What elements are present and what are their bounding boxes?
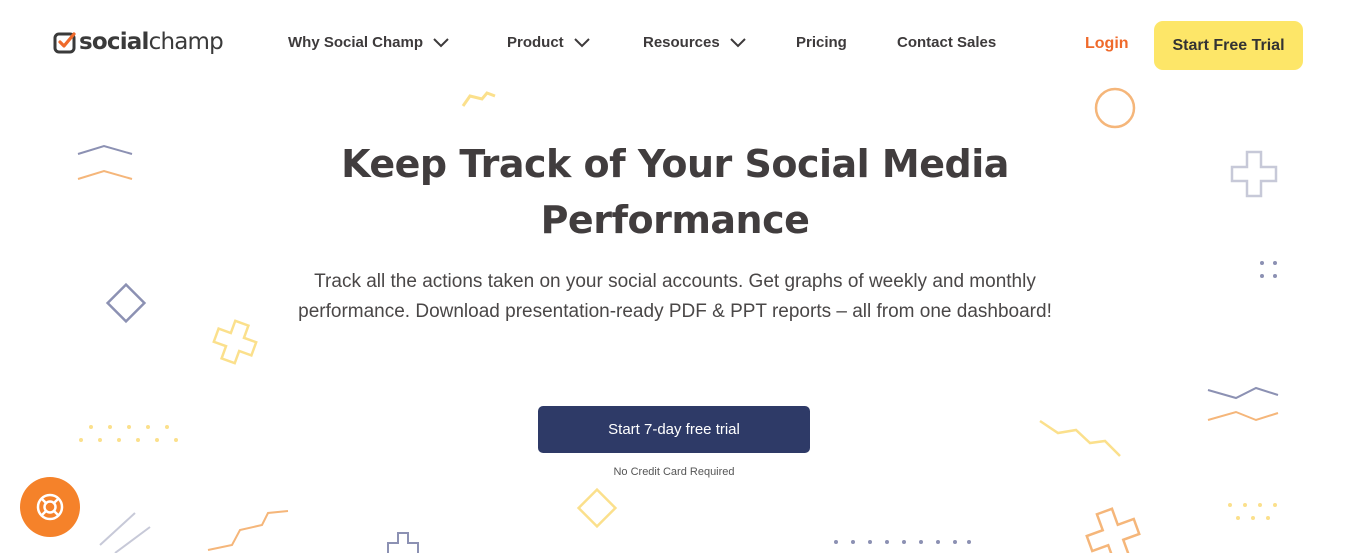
hero-title: Keep Track of Your Social Media Performa… xyxy=(250,136,1100,248)
nav-item-why-social-champ[interactable]: Why Social Champ xyxy=(288,34,449,51)
site-header: socialchamp Why Social Champ Product Res… xyxy=(0,0,1356,90)
nav-item-contact-sales[interactable]: Contact Sales xyxy=(897,34,996,51)
no-credit-card-note: No Credit Card Required xyxy=(613,466,735,478)
lifebuoy-icon xyxy=(36,493,64,521)
hero-title-line1: Keep Track of Your Social Media xyxy=(341,142,1009,186)
start-free-trial-button[interactable]: Start Free Trial xyxy=(1154,21,1303,70)
chevron-down-icon xyxy=(433,37,449,47)
start-trial-button[interactable]: Start 7-day free trial xyxy=(538,406,810,453)
chevron-down-icon xyxy=(573,37,590,47)
nav-item-label: Contact Sales xyxy=(897,34,997,51)
help-widget-button[interactable] xyxy=(20,477,80,537)
nav-item-pricing[interactable]: Pricing xyxy=(796,34,847,51)
nav-item-label: Why Social Champ xyxy=(288,34,424,51)
login-link[interactable]: Login xyxy=(1085,35,1129,53)
hero-title-line2: Performance xyxy=(540,198,810,242)
chevron-down-icon xyxy=(730,37,746,47)
nav-item-label: Pricing xyxy=(796,34,847,51)
nav-item-resources[interactable]: Resources xyxy=(643,34,746,51)
nav-item-label: Product xyxy=(507,34,564,51)
brand-name: socialchamp xyxy=(79,28,224,55)
brand-logo[interactable]: socialchamp xyxy=(53,28,224,55)
check-badge-icon xyxy=(53,32,76,54)
nav-item-product[interactable]: Product xyxy=(507,34,590,51)
nav-item-label: Resources xyxy=(643,34,720,51)
hero-description: Track all the actions taken on your soci… xyxy=(298,271,1052,322)
brand-name-light: champ xyxy=(148,28,224,55)
brand-name-bold: social xyxy=(79,28,149,55)
